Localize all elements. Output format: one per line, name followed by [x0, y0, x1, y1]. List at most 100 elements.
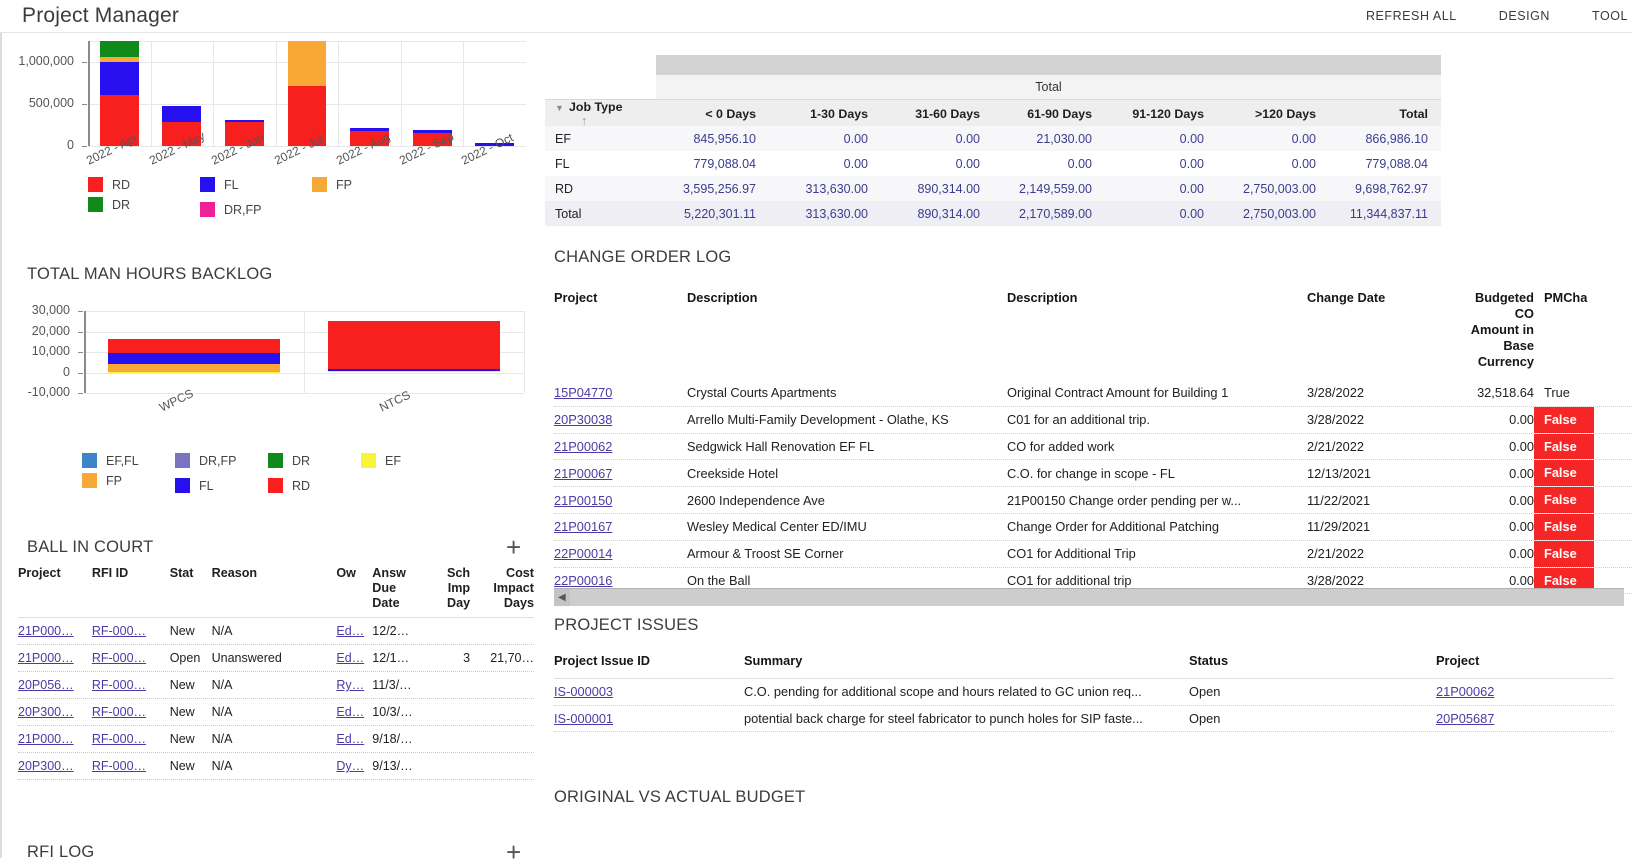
owner-link[interactable]: Ry… — [336, 678, 364, 692]
add-ball-in-court-button[interactable]: + — [506, 534, 521, 560]
project-issue-row[interactable]: IS-000001 potential back charge for steel… — [554, 706, 1614, 732]
legend-item[interactable]: FP — [82, 468, 175, 493]
bar-segment[interactable] — [108, 352, 280, 365]
project-link[interactable]: 20P056… — [18, 678, 74, 692]
menu-item-refresh-all[interactable]: REFRESH ALL — [1366, 9, 1457, 23]
legend-item[interactable]: EF — [361, 453, 454, 468]
menu-item-tools[interactable]: TOOL — [1592, 9, 1628, 23]
project-link[interactable]: 22P00014 — [554, 546, 612, 561]
ball-in-court-row[interactable]: 20P300… RF-000… New N/A Ed… 10/3/… — [18, 699, 534, 726]
bar-segment[interactable] — [99, 41, 139, 57]
legend-item[interactable]: DR — [88, 192, 184, 217]
owner-link[interactable]: Ed… — [336, 732, 364, 746]
project-link[interactable]: 21P000… — [18, 624, 74, 638]
project-link[interactable]: 21P00067 — [554, 466, 612, 481]
change-order-row[interactable]: 21P00150 2600 Independence Ave 21P00150 Ch… — [554, 487, 1632, 514]
project-link[interactable]: 21P000… — [18, 732, 74, 746]
change-order-row[interactable]: 22P00014 Armour & Troost SE Corner CO1 for… — [554, 540, 1632, 568]
change-order-row[interactable]: 21P00067 Creekside Hotel C.O. for change i… — [554, 460, 1632, 488]
bic-cell-owner: Ed… — [336, 705, 372, 719]
rfi-link[interactable]: RF-000… — [92, 705, 146, 719]
legend-item[interactable]: FP — [312, 177, 408, 192]
legend-item[interactable]: DR,FP — [175, 453, 268, 468]
legend-item[interactable]: RD — [268, 478, 361, 493]
scroll-left-arrow-icon[interactable]: ◀ — [558, 592, 566, 603]
bar-segment[interactable] — [99, 62, 139, 95]
owner-link[interactable]: Ed… — [336, 651, 364, 665]
owner-link[interactable]: Ed… — [336, 705, 364, 719]
issue-link[interactable]: IS-000001 — [554, 711, 613, 726]
project-link[interactable]: 20P05687 — [1436, 711, 1494, 726]
change-order-row[interactable]: 21P00062 Sedgwick Hall Renovation EF FL CO… — [554, 433, 1632, 461]
issue-link[interactable]: IS-000003 — [554, 684, 613, 699]
owner-link[interactable]: Dy… — [336, 759, 364, 773]
aging-col-61-90[interactable]: 61-90 Days — [992, 107, 1104, 121]
legend-item[interactable]: FL — [200, 177, 296, 192]
project-link[interactable]: 21P00150 — [554, 493, 612, 508]
rfi-link[interactable]: RF-000… — [92, 759, 146, 773]
bic-cell-rfi-id: RF-000… — [92, 759, 170, 773]
scrollbar-thumb[interactable] — [570, 589, 1624, 606]
project-link[interactable]: 21P00062 — [554, 439, 612, 454]
project-link[interactable]: 22P00016 — [554, 573, 612, 588]
legend-item[interactable]: DR — [268, 453, 361, 468]
project-issue-row[interactable]: IS-000003 C.O. pending for additional sco… — [554, 679, 1614, 706]
aging-col-1-30[interactable]: 1-30 Days — [768, 107, 880, 121]
project-link[interactable]: 15P04770 — [554, 385, 612, 400]
x-axis-tick-label: WPCS — [156, 386, 196, 415]
rfi-link[interactable]: RF-000… — [92, 651, 146, 665]
bar-segment[interactable] — [162, 105, 202, 123]
legend-item[interactable]: EF,FL — [82, 453, 175, 468]
project-link[interactable]: 21P000… — [18, 651, 74, 665]
aging-row[interactable]: EF 845,956.10 0.00 0.00 21,030.00 0.00 0.00 866… — [545, 126, 1441, 151]
ball-in-court-row[interactable]: 21P000… RF-000… New N/A Ed… 12/2… — [18, 618, 534, 645]
aging-col-job-type[interactable]: ▼ Job Type ↑ — [545, 100, 656, 128]
bar-segment[interactable] — [328, 320, 500, 369]
bar-segment[interactable] — [287, 41, 327, 86]
co-cell-amount: 0.00 — [1509, 519, 1534, 535]
menu-item-design[interactable]: DESIGN — [1499, 9, 1550, 23]
aging-row[interactable]: FL 779,088.04 0.00 0.00 0.00 0.00 0.00 779,088.… — [545, 151, 1441, 176]
legend-item[interactable]: RD — [88, 177, 184, 192]
filter-icon[interactable]: ▼ — [555, 103, 564, 113]
bar-segment[interactable] — [99, 56, 139, 62]
owner-link[interactable]: Ed… — [336, 624, 364, 638]
legend-item[interactable]: DR,FP — [200, 202, 296, 217]
bar-segment[interactable] — [328, 368, 500, 372]
bar-segment[interactable] — [225, 119, 264, 122]
bar-segment[interactable] — [328, 371, 500, 373]
aging-col-31-60[interactable]: 31-60 Days — [880, 107, 992, 121]
ball-in-court-row[interactable]: 20P300… RF-000… New N/A Dy… 9/13/… — [18, 753, 534, 780]
project-link[interactable]: 20P300… — [18, 759, 74, 773]
aging-row[interactable]: Total 5,220,301.11 313,630.00 890,314.00 2,1… — [545, 201, 1441, 226]
aging-col-gt120[interactable]: >120 Days — [1216, 107, 1328, 121]
project-link[interactable]: 21P00062 — [1436, 684, 1494, 699]
legend-item[interactable]: FL — [175, 478, 268, 493]
bar-segment[interactable] — [108, 371, 280, 373]
change-order-horizontal-scrollbar[interactable]: ◀ — [554, 588, 1624, 606]
aging-row[interactable]: RD 3,595,256.97 313,630.00 890,314.00 2,149,… — [545, 176, 1441, 201]
add-rfi-log-button[interactable]: + — [506, 839, 521, 865]
col-description-1: Description — [687, 290, 758, 305]
project-link[interactable]: 20P30038 — [554, 412, 612, 427]
project-link[interactable]: 21P00167 — [554, 519, 612, 534]
rfi-link[interactable]: RF-000… — [92, 678, 146, 692]
change-order-row[interactable]: 21P00167 Wesley Medical Center ED/IMU Chan… — [554, 513, 1632, 541]
rfi-link[interactable]: RF-000… — [92, 732, 146, 746]
change-order-row[interactable]: 15P04770 Crystal Courts Apartments Origina… — [554, 380, 1632, 407]
man-hours-legend: EF,FL DR,FP DR EF FP FL RD — [82, 453, 536, 493]
project-link[interactable]: 20P300… — [18, 705, 74, 719]
change-order-row[interactable]: 20P30038 Arrello Multi-Family Development… — [554, 406, 1632, 434]
co-cell-amount: 0.00 — [1509, 546, 1534, 562]
ball-in-court-row[interactable]: 21P000… RF-000… New N/A Ed… 9/18/… — [18, 726, 534, 753]
ball-in-court-row[interactable]: 21P000… RF-000… Open Unanswered Ed… 12/1… 3 21,… — [18, 645, 534, 672]
ball-in-court-row[interactable]: 20P056… RF-000… New N/A Ry… 11/3/… — [18, 672, 534, 699]
y-axis-tick-label: 20,000 — [31, 323, 70, 338]
legend-swatch — [361, 453, 376, 468]
aging-col-lt0[interactable]: < 0 Days — [656, 107, 768, 121]
aging-col-91-120[interactable]: 91-120 Days — [1104, 107, 1216, 121]
bar-segment[interactable] — [108, 338, 280, 353]
aging-col-total[interactable]: Total — [1328, 107, 1440, 121]
bar-segment[interactable] — [108, 364, 280, 372]
rfi-link[interactable]: RF-000… — [92, 624, 146, 638]
